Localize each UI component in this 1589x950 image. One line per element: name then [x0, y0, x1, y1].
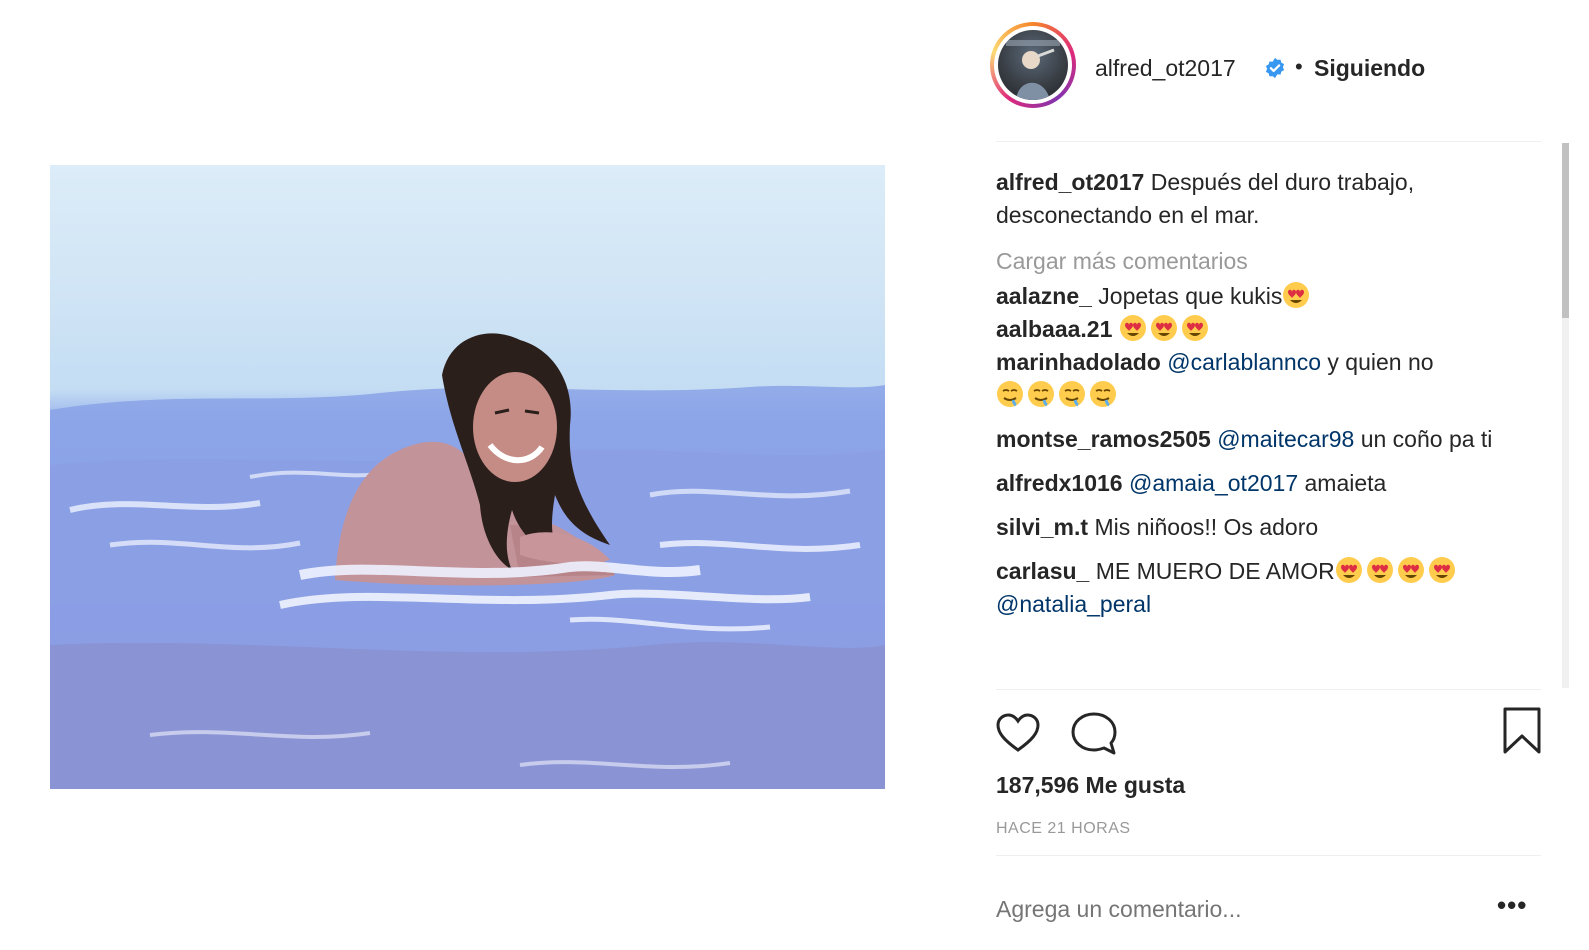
- caption-username[interactable]: alfred_ot2017: [996, 169, 1144, 195]
- comment-text: Jopetas que kukis: [1098, 283, 1283, 309]
- heart-eyes-emoji-icon: [1428, 557, 1455, 583]
- comment-text: Mis niñoos!! Os adoro: [1094, 514, 1319, 540]
- comments-list[interactable]: alfred_ot2017 Después del duro trabajo, …: [996, 166, 1526, 688]
- heart-eyes-emoji-icon: [1366, 557, 1393, 583]
- drooling-emoji-icon: [1028, 381, 1054, 407]
- comment-username[interactable]: alfredx1016: [996, 470, 1123, 496]
- comment-username[interactable]: aalbaaa.21: [996, 316, 1112, 342]
- comment-mention[interactable]: @natalia_peral: [996, 591, 1151, 617]
- comment-item: aalbaaa.21: [996, 313, 1526, 346]
- comments-divider: [996, 689, 1541, 690]
- header-username[interactable]: alfred_ot2017: [1095, 55, 1236, 82]
- bookmark-icon[interactable]: [1500, 706, 1544, 756]
- following-button[interactable]: Siguiendo: [1314, 55, 1425, 82]
- comment-mention[interactable]: @maitecar98: [1217, 426, 1354, 452]
- header-divider: [996, 141, 1541, 142]
- avatar-inner: [994, 26, 1072, 104]
- comment-username[interactable]: silvi_m.t: [996, 514, 1088, 540]
- comment-bubble-icon[interactable]: [1069, 709, 1119, 757]
- comment-item: montse_ramos2505 @maitecar98 un coño pa …: [996, 423, 1526, 456]
- comment-text: un coño pa ti: [1360, 426, 1493, 452]
- drooling-emoji-icon: [997, 381, 1023, 407]
- heart-eyes-emoji-icon: [1119, 315, 1146, 341]
- caption: alfred_ot2017 Después del duro trabajo, …: [996, 166, 1526, 232]
- beach-photo: [50, 333, 885, 789]
- profile-avatar[interactable]: [990, 22, 1076, 108]
- heart-eyes-emoji-icon: [1283, 282, 1310, 308]
- avatar-photo-icon: [1006, 40, 1060, 100]
- heart-eyes-emoji-icon: [1181, 315, 1208, 341]
- drooling-emoji-icon: [1090, 381, 1116, 407]
- post-photo[interactable]: [50, 165, 885, 789]
- comment-item: marinhadolado @carlablannco y quien no: [996, 346, 1526, 412]
- scrollbar-thumb[interactable]: [1562, 143, 1569, 318]
- comment-username[interactable]: montse_ramos2505: [996, 426, 1211, 452]
- comment-mention[interactable]: @amaia_ot2017: [1129, 470, 1298, 496]
- avatar: [998, 30, 1068, 100]
- comment-text: y quien no: [1327, 349, 1434, 375]
- add-comment-input[interactable]: [996, 896, 1476, 923]
- heart-icon[interactable]: [994, 709, 1042, 757]
- comment-text: ME MUERO DE AMOR: [1095, 558, 1335, 584]
- post-timestamp[interactable]: HACE 21 HORAS: [996, 820, 1131, 838]
- verified-badge-icon: [1265, 57, 1285, 79]
- comment-item: carlasu_ ME MUERO DE AMOR @natalia_peral: [996, 555, 1526, 621]
- comment-item: aalazne_ Jopetas que kukis: [996, 280, 1526, 313]
- more-options-icon[interactable]: •••: [1497, 890, 1527, 921]
- comment-text: amaieta: [1304, 470, 1387, 496]
- comment-username[interactable]: aalazne_: [996, 283, 1092, 309]
- comments-scrollbar[interactable]: [1562, 143, 1569, 688]
- comment-username[interactable]: carlasu_: [996, 558, 1089, 584]
- heart-eyes-emoji-icon: [1397, 557, 1424, 583]
- comment-item: silvi_m.t Mis niñoos!! Os adoro: [996, 511, 1526, 544]
- drooling-emoji-icon: [1059, 381, 1085, 407]
- likes-count[interactable]: 187,596 Me gusta: [996, 772, 1185, 799]
- comment-username[interactable]: marinhadolado: [996, 349, 1161, 375]
- footer-divider: [996, 855, 1541, 856]
- load-more-comments-button[interactable]: Cargar más comentarios: [996, 245, 1526, 278]
- heart-eyes-emoji-icon: [1335, 557, 1362, 583]
- header-separator: •: [1295, 54, 1303, 79]
- heart-eyes-emoji-icon: [1150, 315, 1177, 341]
- comment-item: alfredx1016 @amaia_ot2017 amaieta: [996, 467, 1526, 500]
- comment-mention[interactable]: @carlablannco: [1167, 349, 1321, 375]
